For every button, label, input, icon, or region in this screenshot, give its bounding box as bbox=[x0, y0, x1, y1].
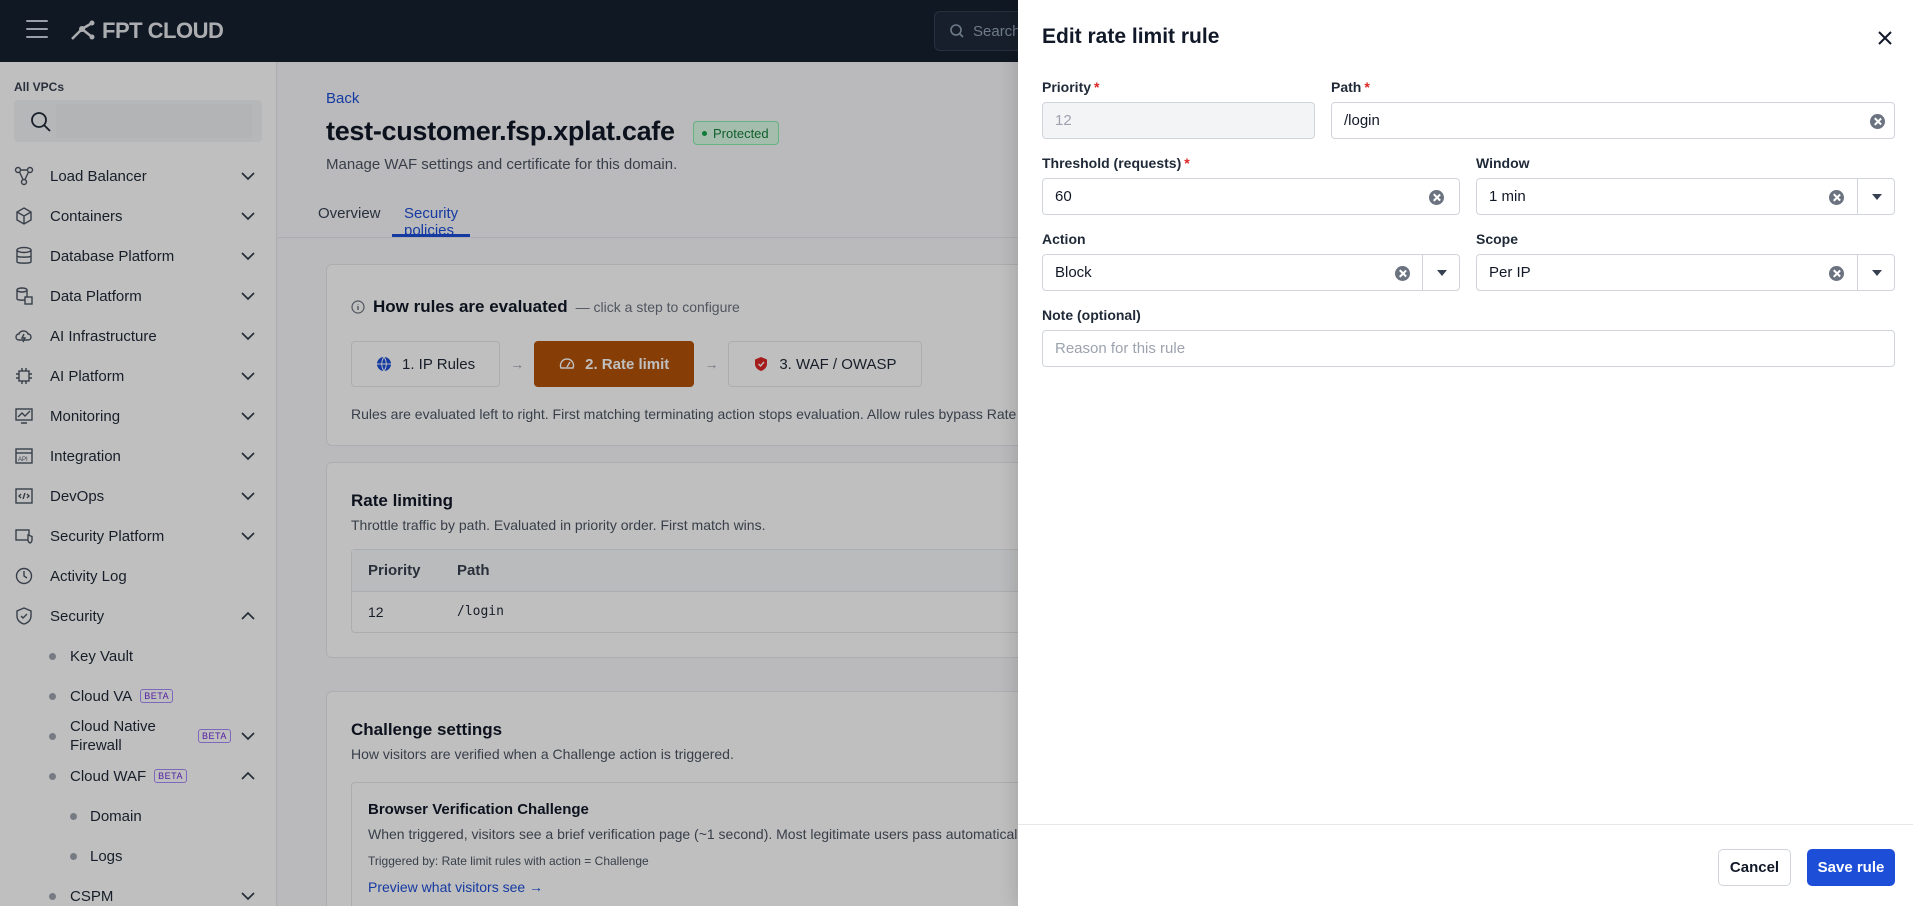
required-mark: * bbox=[1364, 79, 1370, 95]
path-value: /login bbox=[1344, 112, 1380, 129]
drawer-title: Edit rate limit rule bbox=[1042, 25, 1220, 48]
scope-dropdown-icon[interactable] bbox=[1857, 255, 1894, 290]
scope-label: Scope bbox=[1476, 231, 1519, 247]
window-select[interactable]: 1 min bbox=[1476, 178, 1895, 215]
scope-value: Per IP bbox=[1489, 264, 1531, 281]
note-field[interactable]: Reason for this rule bbox=[1042, 330, 1895, 367]
threshold-label-text: Threshold (requests) bbox=[1042, 155, 1182, 171]
path-label: Path * bbox=[1331, 79, 1370, 95]
window-dropdown-icon[interactable] bbox=[1857, 179, 1894, 214]
clear-action-icon[interactable] bbox=[1395, 266, 1410, 281]
clear-window-icon[interactable] bbox=[1829, 190, 1844, 205]
modal-backdrop[interactable] bbox=[0, 0, 1018, 906]
threshold-label: Threshold (requests) * bbox=[1042, 155, 1190, 171]
path-label-text: Path bbox=[1331, 79, 1362, 95]
priority-field: 12 bbox=[1042, 102, 1315, 139]
scope-select[interactable]: Per IP bbox=[1476, 254, 1895, 291]
clear-path-icon[interactable] bbox=[1870, 114, 1885, 129]
close-icon[interactable] bbox=[1875, 28, 1895, 48]
path-field[interactable]: /login bbox=[1331, 102, 1895, 139]
action-dropdown-icon[interactable] bbox=[1422, 255, 1459, 290]
window-label: Window bbox=[1476, 155, 1530, 171]
drawer-footer-divider bbox=[1018, 824, 1913, 825]
priority-label: Priority * bbox=[1042, 79, 1099, 95]
required-mark: * bbox=[1184, 155, 1190, 171]
required-mark: * bbox=[1094, 79, 1100, 95]
action-value: Block bbox=[1055, 264, 1092, 281]
edit-rule-drawer: Edit rate limit rule Priority * 12 Path * … bbox=[1018, 0, 1913, 906]
cancel-button[interactable]: Cancel bbox=[1718, 849, 1791, 886]
clear-scope-icon[interactable] bbox=[1829, 266, 1844, 281]
action-select[interactable]: Block bbox=[1042, 254, 1460, 291]
action-label: Action bbox=[1042, 231, 1086, 247]
save-rule-button[interactable]: Save rule bbox=[1807, 849, 1895, 886]
priority-value: 12 bbox=[1055, 112, 1072, 129]
window-value: 1 min bbox=[1489, 188, 1526, 205]
threshold-value: 60 bbox=[1055, 188, 1072, 205]
threshold-field[interactable]: 60 bbox=[1042, 178, 1460, 215]
clear-threshold-icon[interactable] bbox=[1429, 190, 1444, 205]
note-label: Note (optional) bbox=[1042, 307, 1141, 323]
priority-label-text: Priority bbox=[1042, 79, 1092, 95]
note-placeholder: Reason for this rule bbox=[1055, 340, 1186, 357]
